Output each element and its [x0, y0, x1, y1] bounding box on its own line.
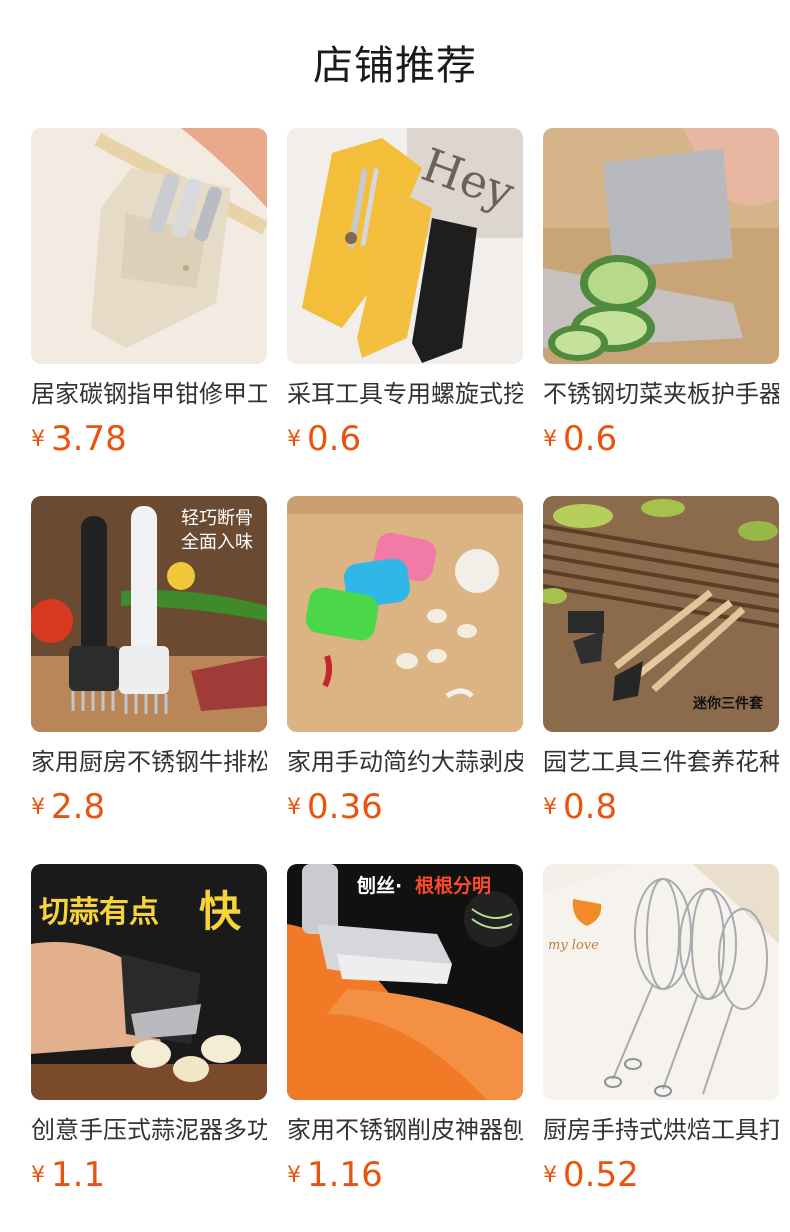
product-name[interactable]: 不锈钢切菜夹板护手器: [543, 378, 779, 410]
currency-symbol: ¥: [31, 795, 45, 820]
currency-symbol: ¥: [287, 795, 301, 820]
price-amount: 1.1: [51, 1155, 106, 1195]
currency-symbol: ¥: [543, 427, 557, 452]
overlay-text: my love: [548, 938, 599, 953]
currency-symbol: ¥: [31, 1163, 45, 1188]
product-price: ¥0.6: [287, 418, 361, 460]
product-image[interactable]: my love: [543, 864, 779, 1100]
price-amount: 0.8: [563, 787, 618, 827]
price-amount: 0.36: [307, 787, 383, 827]
price-amount: 2.8: [51, 787, 106, 827]
currency-symbol: ¥: [543, 1163, 557, 1188]
product-card[interactable]: my love 厨房手持式烘焙工具打 ¥ 0.52: [543, 864, 779, 1232]
garlic-press-image: 切蒜有点 快: [31, 864, 267, 1100]
whisk-image: my love: [543, 864, 779, 1100]
product-image[interactable]: [287, 496, 523, 732]
overlay-text: 全面入味: [181, 532, 253, 553]
product-name[interactable]: 家用厨房不锈钢牛排松肉针: [31, 746, 267, 778]
product-name[interactable]: 家用不锈钢削皮神器刨丝器: [287, 1114, 523, 1146]
product-price: ¥2.8: [31, 786, 105, 828]
product-price: ¥0.8: [543, 786, 617, 828]
product-price: ¥0.36: [287, 786, 383, 828]
overlay-text: 刨丝·: [356, 874, 402, 897]
product-price: ¥0.52: [543, 1154, 639, 1196]
product-name[interactable]: 创意手压式蒜泥器多功能: [31, 1114, 267, 1146]
shop-recommend-page: 店铺推荐 居家碳钢指甲钳修甲工具套装 ¥3.78: [0, 0, 790, 1232]
product-name[interactable]: 采耳工具专用螺旋式挖耳勺套装: [287, 378, 523, 410]
product-price: ¥0.6: [543, 418, 617, 460]
page-title: 店铺推荐: [313, 43, 477, 89]
price-amount: 3.78: [51, 419, 127, 459]
garlic-peeler-image: [287, 496, 523, 732]
overlay-text: 轻巧断骨: [181, 508, 253, 529]
price-amount: 0.6: [307, 419, 362, 459]
product-image[interactable]: Hey: [287, 128, 523, 364]
currency-symbol: ¥: [287, 1163, 301, 1188]
product-card[interactable]: 轻巧断骨 全面入味 家用厨房不锈钢牛排松肉针 ¥2.8: [31, 496, 267, 864]
price-amount: 0.6: [563, 419, 618, 459]
product-card[interactable]: 不锈钢切菜夹板护手器 ¥0.6: [543, 128, 779, 496]
product-grid: 居家碳钢指甲钳修甲工具套装 ¥3.78 Hey 采耳: [31, 128, 779, 1232]
currency-symbol: ¥: [31, 427, 45, 452]
product-card[interactable]: 居家碳钢指甲钳修甲工具套装 ¥3.78: [31, 128, 267, 496]
product-image[interactable]: 刨丝· 根根分明: [287, 864, 523, 1100]
product-image[interactable]: 切蒜有点 快: [31, 864, 267, 1100]
overlay-text: 切蒜有点: [39, 895, 159, 930]
currency-symbol: ¥: [543, 795, 557, 820]
product-card[interactable]: 迷你三件套 园艺工具三件套养花种菜 ¥0.8: [543, 496, 779, 864]
product-price: ¥3.78: [31, 418, 127, 460]
currency-symbol: ¥: [287, 427, 301, 452]
meat-tenderizer-image: 轻巧断骨 全面入味: [31, 496, 267, 732]
price-amount: 0.52: [563, 1155, 639, 1195]
garden-tools-image: 迷你三件套: [543, 496, 779, 732]
product-card[interactable]: Hey 采耳工具专用螺旋式挖耳勺套装 ¥0.6: [287, 128, 523, 496]
product-name[interactable]: 厨房手持式烘焙工具打蛋器: [543, 1114, 779, 1146]
ear-pick-set-image: Hey: [287, 128, 523, 364]
product-card[interactable]: 切蒜有点 快 创意手压式蒜泥器多功能 ¥1.1: [31, 864, 267, 1232]
product-image[interactable]: [31, 128, 267, 364]
finger-guard-image: [543, 128, 779, 364]
product-image[interactable]: 轻巧断骨 全面入味: [31, 496, 267, 732]
overlay-text: 根根分明: [415, 874, 491, 897]
product-image[interactable]: [543, 128, 779, 364]
product-price: ¥1.16: [287, 1154, 383, 1196]
overlay-text: 快: [199, 887, 242, 936]
product-image[interactable]: 迷你三件套: [543, 496, 779, 732]
product-price: ¥1.1: [31, 1154, 105, 1196]
nail-clipper-set-image: [31, 128, 267, 364]
price-amount: 1.16: [307, 1155, 383, 1195]
product-name[interactable]: 园艺工具三件套养花种菜: [543, 746, 779, 778]
product-card[interactable]: 刨丝· 根根分明 家用不锈钢削皮神器刨丝器 ¥1.16: [287, 864, 523, 1232]
peeler-image: 刨丝· 根根分明: [287, 864, 523, 1100]
product-card[interactable]: 家用手动简约大蒜剥皮器 ¥0.36: [287, 496, 523, 864]
product-name[interactable]: 家用手动简约大蒜剥皮器: [287, 746, 523, 778]
product-name[interactable]: 居家碳钢指甲钳修甲工具套装: [31, 378, 267, 410]
overlay-text: 迷你三件套: [692, 695, 763, 712]
